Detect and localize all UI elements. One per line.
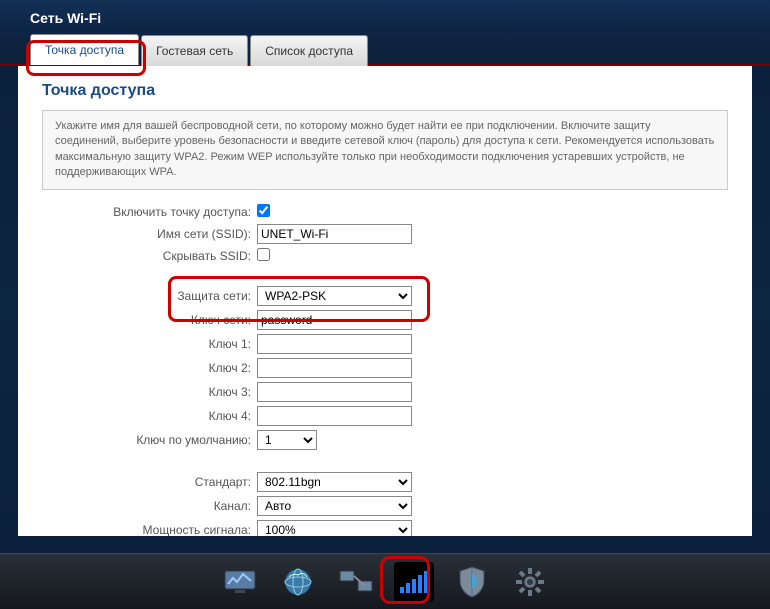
input-key3[interactable] xyxy=(257,382,412,402)
page-header-title: Сеть Wi-Fi xyxy=(0,0,770,32)
checkbox-hide-ssid[interactable] xyxy=(257,248,270,261)
label-enable-ap: Включить точку доступа: xyxy=(42,205,257,219)
label-default-key: Ключ по умолчанию: xyxy=(42,433,257,447)
input-network-key[interactable] xyxy=(257,310,412,330)
select-standard[interactable]: 802.11bgn xyxy=(257,472,412,492)
label-channel: Канал: xyxy=(42,499,257,513)
input-key1[interactable] xyxy=(257,334,412,354)
label-ssid: Имя сети (SSID): xyxy=(42,227,257,241)
page-title: Точка доступа xyxy=(42,82,728,100)
label-key1: Ключ 1: xyxy=(42,337,257,351)
input-ssid[interactable] xyxy=(257,224,412,244)
settings-form: Включить точку доступа: Имя сети (SSID):… xyxy=(42,204,728,536)
label-standard: Стандарт: xyxy=(42,475,257,489)
nav-shield-icon[interactable] xyxy=(452,562,492,602)
tab-access-point[interactable]: Точка доступа xyxy=(30,34,139,65)
checkbox-enable-ap[interactable] xyxy=(257,204,270,217)
input-key4[interactable] xyxy=(257,406,412,426)
bottom-nav xyxy=(0,553,770,609)
label-network-key: Ключ сети: xyxy=(42,313,257,327)
select-security[interactable]: WPA2-PSK xyxy=(257,286,412,306)
tab-bar: Точка доступа Гостевая сеть Список досту… xyxy=(0,32,770,66)
nav-globe-icon[interactable] xyxy=(278,562,318,602)
nav-gear-icon[interactable] xyxy=(510,562,550,602)
select-power[interactable]: 100% xyxy=(257,520,412,536)
select-channel[interactable]: Авто xyxy=(257,496,412,516)
content-panel: Точка доступа Укажите имя для вашей бесп… xyxy=(18,66,752,536)
label-key4: Ключ 4: xyxy=(42,409,257,423)
nav-wifi-bars-icon[interactable] xyxy=(394,562,434,602)
tab-access-list[interactable]: Список доступа xyxy=(250,35,368,66)
input-key2[interactable] xyxy=(257,358,412,378)
label-key2: Ключ 2: xyxy=(42,361,257,375)
tab-guest-network[interactable]: Гостевая сеть xyxy=(141,35,248,66)
nav-network-icon[interactable] xyxy=(336,562,376,602)
nav-monitor-icon[interactable] xyxy=(220,562,260,602)
label-key3: Ключ 3: xyxy=(42,385,257,399)
page-description: Укажите имя для вашей беспроводной сети,… xyxy=(42,110,728,190)
label-hide-ssid: Скрывать SSID: xyxy=(42,249,257,263)
select-default-key[interactable]: 1 xyxy=(257,430,317,450)
label-power: Мощность сигнала: xyxy=(42,523,257,536)
label-security: Защита сети: xyxy=(42,289,257,303)
